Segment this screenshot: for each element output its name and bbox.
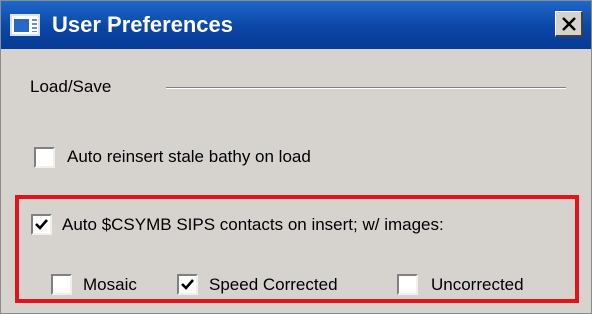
window-title: User Preferences [52, 12, 234, 37]
section-divider [166, 87, 566, 89]
user-preferences-window: User Preferences Load/Save Auto reinsert… [0, 0, 592, 314]
auto-reinsert-label[interactable]: Auto reinsert stale bathy on load [67, 147, 311, 167]
icon-pane [14, 19, 29, 32]
title-bar[interactable]: User Preferences [1, 1, 591, 49]
close-icon [562, 17, 576, 31]
highlight-annotation-box [15, 195, 579, 303]
close-button[interactable] [555, 11, 583, 37]
icon-lines [32, 19, 37, 32]
auto-reinsert-checkbox[interactable] [34, 147, 55, 168]
load-save-section-label: Load/Save [30, 77, 112, 96]
window-app-icon [10, 14, 40, 36]
